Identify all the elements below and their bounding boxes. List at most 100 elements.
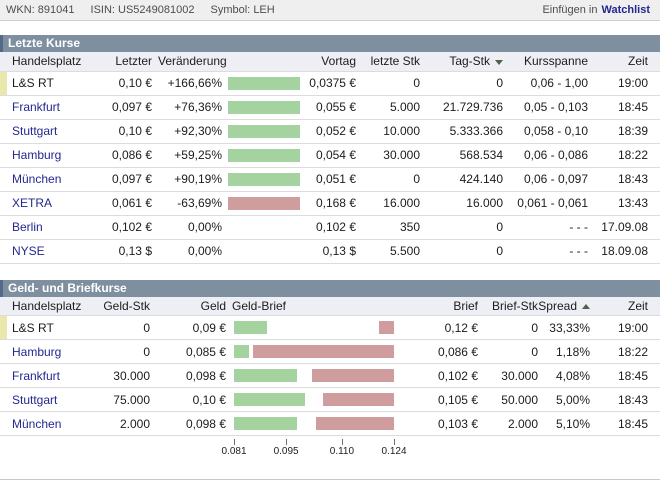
cell-vortag: 0,168 € — [302, 191, 356, 215]
wkn-label: WKN: — [6, 4, 35, 16]
change-percent: +90,19% — [152, 172, 222, 186]
col-tag-stk-header[interactable]: Tag-Stk — [420, 52, 503, 71]
column-header-label: Handelsplatz — [12, 299, 81, 313]
cell-letzte-stk: 30.000 — [356, 143, 420, 167]
cell-handelsplatz: NYSE — [0, 239, 100, 263]
bid-ask-range-chart — [234, 393, 394, 406]
column-header-label: Kursspanne — [524, 54, 588, 68]
col-vortag-header[interactable]: Vortag — [302, 52, 356, 71]
cell-kursspanne: 0,06 - 1,00 — [503, 71, 588, 95]
bid-bar — [234, 393, 305, 406]
col-geld-brief-header[interactable]: Geld-Brief — [226, 297, 404, 316]
ask-bar — [323, 393, 394, 406]
col-geld-header[interactable]: Geld — [150, 297, 226, 316]
venue-link[interactable]: Hamburg — [0, 148, 61, 162]
cell-brief: 0,103 € — [404, 412, 478, 436]
venue-link[interactable]: München — [0, 417, 61, 431]
col-zeit-header[interactable]: Zeit — [588, 52, 660, 71]
cell-handelsplatz: Frankfurt — [0, 95, 100, 119]
cell-letzter: 0,13 $ — [100, 239, 152, 263]
venue-link[interactable]: Frankfurt — [0, 100, 60, 114]
col-brief-stk-header[interactable]: Brief-Stk — [478, 297, 538, 316]
letzte-kurse-row: Stuttgart0,10 €+92,30%0,052 €10.0005.333… — [0, 119, 660, 143]
cell-letzter: 0,086 € — [100, 143, 152, 167]
geld-brief-header-row: Handelsplatz Geld-StkGeldGeld-Brief Brief B… — [0, 297, 660, 316]
letzte-kurse-title: Letzte Kurse — [0, 35, 660, 52]
symbol-field: Symbol: LEH — [211, 4, 275, 16]
letzte-kurse-row: Frankfurt0,097 €+76,36%0,055 €5.00021.72… — [0, 95, 660, 119]
cell-brief-stk: 30.000 — [478, 364, 538, 388]
venue-link[interactable]: München — [0, 172, 61, 186]
column-header-label: Brief — [453, 299, 478, 313]
ask-bar — [379, 321, 394, 334]
cell-letzter: 0,097 € — [100, 167, 152, 191]
sort-asc-icon — [582, 304, 590, 309]
cell-vortag: 0,13 $ — [302, 239, 356, 263]
cell-letzter: 0,061 € — [100, 191, 152, 215]
axis-tick-mark — [342, 439, 343, 445]
realtime-row-marker — [0, 316, 7, 339]
col-veraenderung-header[interactable]: Veränderung — [152, 52, 302, 71]
cell-tag-stk: 16.000 — [420, 191, 503, 215]
cell-veraenderung: +92,30% — [152, 119, 302, 143]
venue-link[interactable]: Frankfurt — [0, 369, 60, 383]
venue-link[interactable]: Stuttgart — [0, 124, 57, 138]
venue-link[interactable]: Hamburg — [0, 345, 61, 359]
cell-handelsplatz: Frankfurt — [0, 364, 100, 388]
cell-zeit: 19:00 — [588, 71, 660, 95]
ask-bar — [316, 417, 394, 430]
cell-spread: 1,18% — [538, 340, 590, 364]
letzte-kurse-row: Berlin0,102 €0,00%0,102 €3500- - -17.09.… — [0, 215, 660, 239]
watchlist-link[interactable]: Watchlist — [602, 4, 651, 16]
cell-zeit: 18:45 — [590, 412, 660, 436]
isin-field: ISIN: US5249081002 — [91, 4, 195, 16]
col-letzte-stk-header[interactable]: letzte Stk — [356, 52, 420, 71]
axis-tick-mark — [286, 439, 287, 445]
cell-kursspanne: - - - — [503, 215, 588, 239]
cell-handelsplatz: München — [0, 167, 100, 191]
cell-kursspanne: 0,05 - 0,103 — [503, 95, 588, 119]
cell-vortag: 0,054 € — [302, 143, 356, 167]
col-letzter-header[interactable]: Letzter — [100, 52, 152, 71]
quote-page: WKN: 891041 ISIN: US5249081002 Symbol: L… — [0, 0, 660, 480]
venue-link[interactable]: XETRA — [0, 196, 52, 210]
col-spread-header[interactable]: Spread — [538, 297, 590, 316]
geld-brief-row: Hamburg00,085 €0,086 €01,18%18:22 — [0, 340, 660, 364]
watchlist-area: Einfügen inWatchlist — [542, 4, 650, 16]
cell-brief-stk: 0 — [478, 316, 538, 340]
cell-geld: 0,098 € — [150, 412, 226, 436]
col-brief-header[interactable]: Brief — [404, 297, 478, 316]
change-up-bar — [228, 125, 300, 138]
cell-zeit: 18:45 — [590, 364, 660, 388]
cell-brief-stk: 50.000 — [478, 388, 538, 412]
col-handelsplatz-header[interactable]: Handelsplatz — [0, 297, 100, 316]
price-scale-axis: 0.0810.0950.1100.124 — [234, 436, 394, 462]
col-kursspanne-header[interactable]: Kursspanne — [503, 52, 588, 71]
cell-zeit: 18:39 — [588, 119, 660, 143]
change-up-bar — [228, 101, 300, 114]
col-zeit-header[interactable]: Zeit — [590, 297, 660, 316]
column-header-label: Handelsplatz — [12, 54, 81, 68]
col-geld-stk-header[interactable]: Geld-Stk — [100, 297, 150, 316]
cell-geld: 0,085 € — [150, 340, 226, 364]
cell-letzter: 0,10 € — [100, 119, 152, 143]
column-header-label: Brief-Stk — [492, 299, 538, 313]
letzte-kurse-section: Letzte Kurse Handelsplatz LetzterVeränder… — [0, 35, 660, 264]
cell-letzter: 0,10 € — [100, 71, 152, 95]
venue-link[interactable]: NYSE — [0, 244, 45, 258]
cell-spread: 5,00% — [538, 388, 590, 412]
col-handelsplatz-header[interactable]: Handelsplatz — [0, 52, 100, 71]
cell-zeit: 18.09.08 — [588, 239, 660, 263]
cell-vortag: 0,052 € — [302, 119, 356, 143]
cell-spread: 4,08% — [538, 364, 590, 388]
venue-link[interactable]: Stuttgart — [0, 393, 57, 407]
sort-desc-icon — [495, 60, 503, 65]
cell-kursspanne: 0,06 - 0,086 — [503, 143, 588, 167]
venue-link[interactable]: Berlin — [0, 220, 43, 234]
cell-kursspanne: - - - — [503, 239, 588, 263]
change-percent: -63,69% — [152, 196, 222, 210]
cell-handelsplatz: L&S RT — [0, 316, 100, 340]
cell-letzter: 0,102 € — [100, 215, 152, 239]
cell-zeit: 19:00 — [590, 316, 660, 340]
cell-vortag: 0,051 € — [302, 167, 356, 191]
